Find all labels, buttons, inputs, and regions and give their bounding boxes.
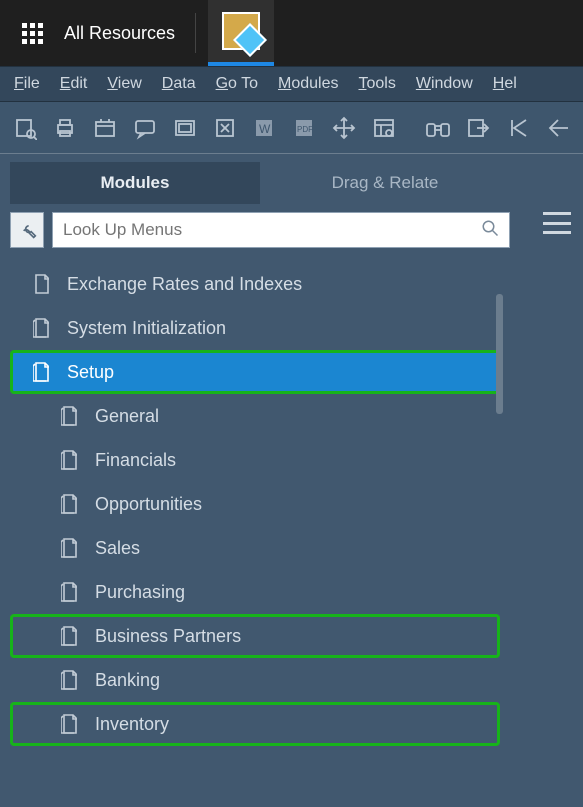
sms-icon[interactable]: [132, 114, 158, 142]
tree-item-label: System Initialization: [67, 318, 226, 339]
tree-item-label: Opportunities: [95, 494, 202, 515]
folder-icon: [61, 713, 79, 735]
tree-item-banking[interactable]: Banking: [10, 658, 500, 702]
tree-item-exchange-rates-and-indexes[interactable]: Exchange Rates and Indexes: [10, 262, 500, 306]
search-input[interactable]: [63, 220, 481, 240]
layout-icon[interactable]: [172, 114, 198, 142]
tree-item-inventory[interactable]: Inventory: [10, 702, 500, 746]
folder-icon: [33, 317, 51, 339]
folder-icon: [61, 449, 79, 471]
export-icon[interactable]: [465, 114, 491, 142]
menu-tools[interactable]: Tools: [358, 75, 395, 93]
pdf-icon[interactable]: PDF: [291, 114, 317, 142]
menu-modules[interactable]: Modules: [278, 75, 338, 93]
divider: [195, 13, 196, 53]
title-bar: All Resources: [0, 0, 583, 66]
menu-window[interactable]: Window: [416, 75, 473, 93]
folder-icon: [61, 405, 79, 427]
wrench-icon[interactable]: [10, 212, 44, 248]
preview-icon[interactable]: [12, 114, 38, 142]
tree-item-financials[interactable]: Financials: [10, 438, 500, 482]
tab-modules[interactable]: Modules: [10, 162, 260, 204]
lock-layout-icon[interactable]: [371, 114, 397, 142]
menu-hel[interactable]: Hel: [493, 75, 517, 93]
menu-goto[interactable]: Go To: [216, 75, 258, 93]
tree-item-label: General: [95, 406, 159, 427]
svg-text:W: W: [259, 122, 271, 136]
folder-icon: [33, 361, 51, 383]
apps-grid-icon[interactable]: [22, 23, 52, 44]
search-box[interactable]: [52, 212, 510, 248]
excel-icon[interactable]: [212, 114, 238, 142]
scrollbar[interactable]: [496, 294, 503, 414]
tree-item-system-initialization[interactable]: System Initialization: [10, 306, 500, 350]
folder-icon: [61, 537, 79, 559]
tree-item-label: Purchasing: [95, 582, 185, 603]
prev-icon[interactable]: [545, 114, 571, 142]
search-icon[interactable]: [481, 219, 499, 242]
folder-icon: [61, 625, 79, 647]
svg-text:PDF: PDF: [297, 125, 313, 134]
tree-item-setup[interactable]: Setup: [10, 350, 500, 394]
tree-item-label: Exchange Rates and Indexes: [67, 274, 302, 295]
menu-file[interactable]: File: [14, 75, 40, 93]
tree-item-opportunities[interactable]: Opportunities: [10, 482, 500, 526]
tree-item-label: Financials: [95, 450, 176, 471]
tree-item-sales[interactable]: Sales: [10, 526, 500, 570]
tab-drag-relate[interactable]: Drag & Relate: [260, 162, 510, 204]
folder-icon: [61, 669, 79, 691]
first-icon[interactable]: [505, 114, 531, 142]
tree-item-label: Sales: [95, 538, 140, 559]
window-icon[interactable]: [92, 114, 118, 142]
topbar-title: All Resources: [64, 23, 175, 44]
tree-item-business-partners[interactable]: Business Partners: [10, 614, 500, 658]
print-icon[interactable]: [52, 114, 78, 142]
app-switcher-icon[interactable]: [208, 0, 274, 66]
menubar: File Edit View Data Go To Modules Tools Window H…: [0, 66, 583, 102]
nav-tree: Exchange Rates and Indexes System Initial…: [10, 262, 573, 746]
tree-item-label: Inventory: [95, 714, 169, 735]
folder-icon: [61, 493, 79, 515]
toolbar: W PDF: [0, 102, 583, 154]
binoculars-icon[interactable]: [425, 114, 451, 142]
move-icon[interactable]: [331, 114, 357, 142]
menu-view[interactable]: View: [107, 75, 141, 93]
menu-edit[interactable]: Edit: [60, 75, 88, 93]
menu-data[interactable]: Data: [162, 75, 196, 93]
tree-item-purchasing[interactable]: Purchasing: [10, 570, 500, 614]
folder-icon: [61, 581, 79, 603]
tree-item-label: Business Partners: [95, 626, 241, 647]
document-icon: [33, 273, 51, 295]
tree-item-label: Setup: [67, 362, 114, 383]
word-icon[interactable]: W: [252, 114, 278, 142]
tabs: Modules Drag & Relate: [10, 162, 510, 204]
hamburger-icon[interactable]: [543, 212, 571, 234]
tree-item-general[interactable]: General: [10, 394, 500, 438]
tree-item-label: Banking: [95, 670, 160, 691]
